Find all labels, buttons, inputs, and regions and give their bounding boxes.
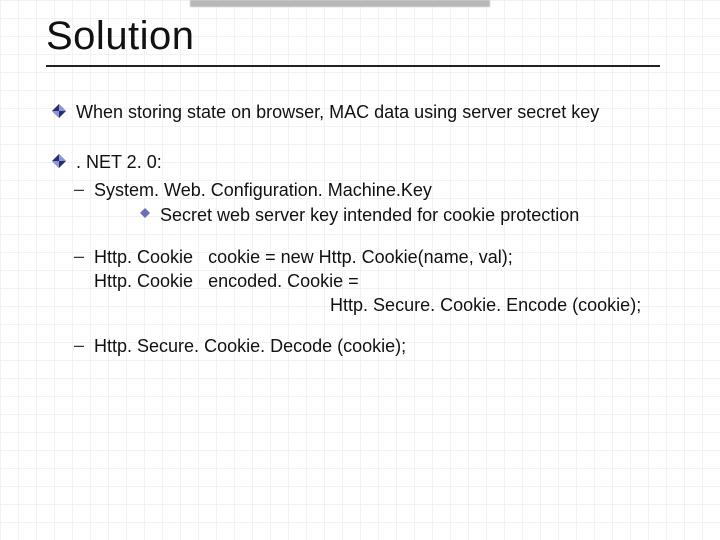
bullet-text: . NET 2. 0: — [76, 151, 162, 175]
slide-body: When storing state on browser, MAC data … — [52, 101, 700, 359]
bullet-item: . NET 2. 0: — [52, 151, 700, 175]
slide: Solution When storing state on browser, … — [0, 0, 720, 540]
dash-icon: – — [74, 179, 84, 229]
diamond-icon — [52, 154, 66, 178]
diamond-icon — [52, 104, 66, 128]
bullet-item: When storing state on browser, MAC data … — [52, 101, 700, 125]
sub-item: – Http. Secure. Cookie. Decode (cookie); — [74, 335, 700, 359]
sub-text: Http. Secure. Cookie. Decode (cookie); — [94, 335, 406, 359]
code-line: Http. Cookie cookie = new Http. Cookie(n… — [94, 246, 700, 270]
dash-icon: – — [74, 246, 84, 317]
code-line: Http. Cookie encoded. Cookie = — [94, 270, 700, 294]
dash-icon: – — [74, 335, 84, 359]
title-underline: Solution — [46, 14, 660, 67]
code-line: Http. Secure. Cookie. Encode (cookie); — [210, 294, 700, 318]
subsub-text: Secret web server key intended for cooki… — [160, 204, 579, 228]
sub-item: – System. Web. Configuration. Machine.Ke… — [74, 179, 700, 229]
sub-item: – Http. Cookie cookie = new Http. Cookie… — [74, 246, 700, 317]
bullet-text: When storing state on browser, MAC data … — [76, 101, 599, 125]
small-diamond-icon — [140, 208, 150, 232]
slide-title: Solution — [46, 14, 660, 59]
subsub-item: Secret web server key intended for cooki… — [140, 204, 700, 228]
sub-text: System. Web. Configuration. Machine.Key — [94, 179, 700, 203]
